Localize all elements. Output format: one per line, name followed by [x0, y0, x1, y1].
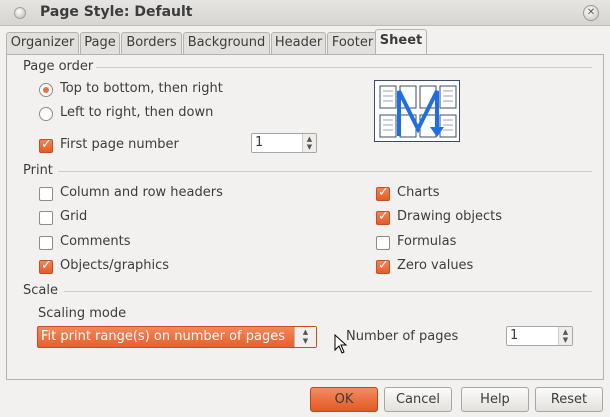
first-page-number-checkbox[interactable]: [39, 137, 53, 153]
close-button[interactable]: ✕: [583, 5, 599, 21]
print-heading: Print: [23, 163, 53, 178]
column-row-headers-label[interactable]: Column and row headers: [60, 185, 223, 200]
tab-organizer[interactable]: Organizer: [6, 32, 79, 54]
radio-left-to-right-label[interactable]: Left to right, then down: [60, 105, 213, 120]
radio-top-to-bottom[interactable]: [39, 83, 53, 97]
ok-button[interactable]: OK: [310, 387, 378, 412]
tab-borders[interactable]: Borders: [121, 32, 182, 54]
window-title: Page Style: Default: [40, 4, 193, 20]
comments-checkbox[interactable]: [39, 236, 53, 250]
title-bar: Page Style: Default ✕: [0, 0, 610, 26]
formulas-checkbox[interactable]: [376, 236, 390, 250]
scale-heading: Scale: [23, 283, 58, 298]
scaling-mode-label: Scaling mode: [38, 306, 127, 321]
zero-values-checkbox[interactable]: [376, 258, 390, 274]
objects-graphics-checkbox[interactable]: [39, 258, 53, 274]
tab-page[interactable]: Page: [80, 32, 120, 54]
spin-arrows-icon[interactable]: ▲ ▼: [558, 327, 572, 345]
tab-header[interactable]: Header: [271, 32, 326, 54]
window-menu-icon[interactable]: [14, 7, 26, 19]
mouse-pointer-icon: [334, 334, 348, 354]
number-of-pages-label: Number of pages: [346, 329, 459, 344]
page-order-heading: Page order: [23, 59, 94, 74]
charts-label[interactable]: Charts: [397, 185, 440, 200]
charts-checkbox[interactable]: [376, 185, 390, 201]
grid-checkbox[interactable]: [39, 211, 53, 225]
scaling-mode-select[interactable]: Fit print range(s) on number of pages ▲ ▼: [37, 326, 317, 348]
select-arrows-icon[interactable]: ▲ ▼: [294, 327, 316, 347]
page-order-preview-icon: [379, 85, 457, 138]
scaling-mode-value[interactable]: Fit print range(s) on number of pages: [41, 329, 285, 344]
first-page-number-value[interactable]: 1: [255, 135, 263, 150]
column-row-headers-checkbox[interactable]: [39, 187, 53, 201]
scale-divider: [64, 291, 592, 292]
formulas-label[interactable]: Formulas: [397, 234, 456, 249]
help-button[interactable]: Help: [461, 387, 529, 412]
grid-label[interactable]: Grid: [60, 209, 87, 224]
print-divider: [58, 171, 592, 172]
radio-left-to-right[interactable]: [39, 107, 53, 121]
page-order-preview: [374, 80, 460, 142]
tab-footer[interactable]: Footer: [327, 32, 378, 54]
tab-background[interactable]: Background: [183, 32, 270, 54]
first-page-number-label[interactable]: First page number: [60, 137, 179, 152]
zero-values-label[interactable]: Zero values: [397, 258, 473, 273]
objects-graphics-label[interactable]: Objects/graphics: [60, 258, 169, 273]
number-of-pages-value[interactable]: 1: [510, 328, 518, 343]
cancel-button[interactable]: Cancel: [384, 387, 452, 412]
drawing-objects-checkbox[interactable]: [376, 209, 390, 225]
spin-arrows-icon[interactable]: ▲ ▼: [302, 134, 316, 152]
comments-label[interactable]: Comments: [60, 234, 130, 249]
drawing-objects-label[interactable]: Drawing objects: [397, 209, 502, 224]
first-page-number-spin[interactable]: 1 ▲ ▼: [251, 133, 317, 153]
reset-button[interactable]: Reset: [535, 387, 603, 412]
number-of-pages-spin[interactable]: 1 ▲ ▼: [506, 326, 573, 346]
tab-sheet[interactable]: Sheet: [375, 29, 427, 55]
radio-top-to-bottom-label[interactable]: Top to bottom, then right: [60, 81, 223, 96]
page-order-divider: [96, 67, 592, 68]
